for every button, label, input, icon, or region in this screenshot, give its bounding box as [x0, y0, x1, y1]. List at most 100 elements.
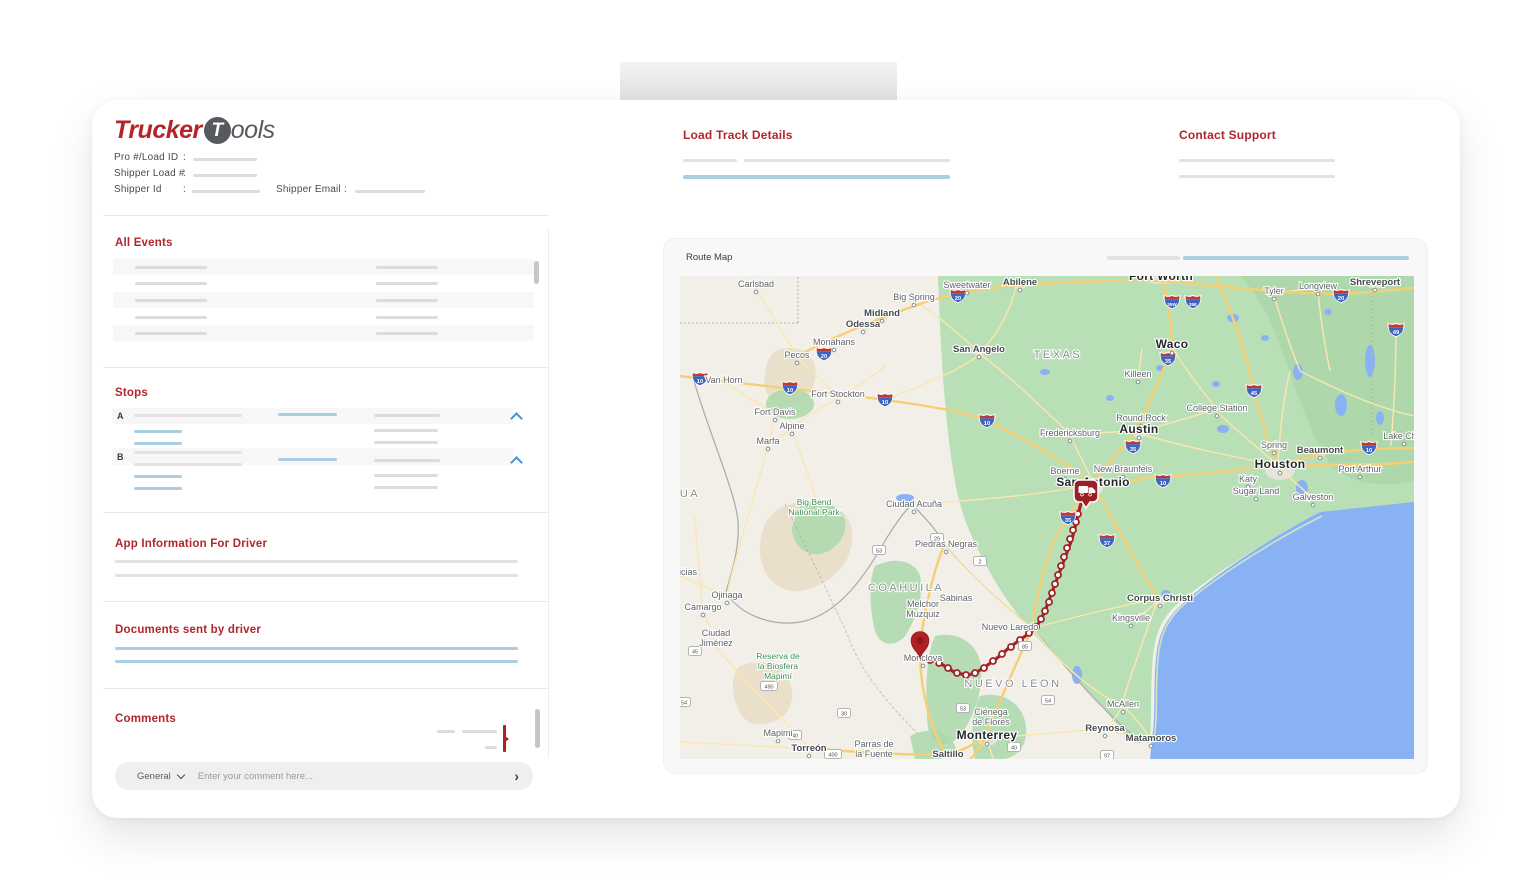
svg-text:37: 37 [1104, 541, 1110, 547]
app-info-line-placeholder [115, 560, 518, 563]
pro-load-id-value-placeholder [193, 158, 257, 161]
svg-text:53: 53 [960, 706, 966, 712]
stop-b-detail-link-placeholder[interactable] [134, 487, 182, 490]
comment-input[interactable]: Enter your comment here... [198, 771, 313, 782]
stop-a-address-placeholder [134, 414, 242, 417]
mx-highway-shield: 30 [838, 709, 851, 718]
route-map[interactable]: 20 20 10 10 10 10 [680, 276, 1414, 759]
map-label: Galveston [1293, 492, 1334, 502]
stop-a-detail-link-placeholder[interactable] [134, 430, 182, 433]
send-comment-icon[interactable]: › [514, 768, 519, 784]
map-label: la Fuente [855, 749, 893, 759]
map-label: Torreón [791, 743, 826, 754]
document-link-placeholder[interactable] [115, 647, 518, 650]
map-label: Houston [1255, 457, 1306, 471]
map-city-dot [1318, 456, 1322, 460]
map-city-dot [985, 742, 989, 746]
app-info-line-placeholder [115, 574, 518, 577]
stop-a-label: A [117, 411, 124, 421]
map-label: Alpine [779, 421, 804, 431]
map-label: Ciudad [702, 628, 731, 638]
map-city-dot [1215, 414, 1219, 418]
route-breadcrumb [1052, 581, 1058, 587]
map-header-link-placeholder[interactable] [1183, 256, 1409, 260]
route-breadcrumb [954, 670, 960, 676]
route-breadcrumb [1042, 608, 1048, 614]
route-breadcrumb [1038, 616, 1044, 622]
map-city-dot [836, 400, 840, 404]
map-label: NUEVO LEON [964, 678, 1061, 690]
pro-load-id-label: Pro #/Load ID [114, 152, 178, 163]
route-breadcrumb [1067, 536, 1073, 542]
map-city-dot [912, 303, 916, 307]
comment-category-dropdown[interactable]: General [137, 771, 171, 782]
stop-b-detail-placeholder [374, 474, 438, 477]
event-text-placeholder [135, 282, 207, 285]
svg-text:45: 45 [1251, 391, 1258, 397]
divider [103, 367, 549, 368]
mx-highway-shield: 97 [1101, 751, 1114, 760]
shipper-email-value-placeholder [355, 190, 425, 193]
detail-link-placeholder[interactable] [683, 175, 950, 179]
stop-a-link-placeholder[interactable] [278, 413, 337, 416]
map-city-dot [921, 664, 925, 668]
map-label: Carlsbad [738, 279, 774, 289]
map-label: Big Bend [797, 497, 832, 507]
map-label: Saltillo [932, 749, 963, 759]
event-text-placeholder [135, 316, 207, 319]
map-label: Midland [864, 308, 900, 319]
mx-highway-shield: 490 [761, 682, 778, 691]
route-breadcrumb [1046, 599, 1052, 605]
comments-scrollbar[interactable] [535, 709, 540, 748]
stop-b-address-placeholder [134, 463, 242, 466]
trucker-tools-logo: Trucker T ools [114, 116, 275, 145]
comment-meta-placeholder [437, 730, 455, 733]
svg-text:20: 20 [955, 296, 961, 302]
svg-text:35E: 35E [1189, 302, 1197, 307]
svg-text:10: 10 [882, 400, 888, 406]
stop-b-link-placeholder[interactable] [278, 458, 337, 461]
mx-highway-shield: 40 [1008, 743, 1021, 752]
route-map-card: Route Map 20 20 10 10 [663, 238, 1428, 774]
stop-a-detail-link-placeholder[interactable] [134, 442, 182, 445]
map-city-dot [1129, 624, 1133, 628]
mx-highway-shield: 85 [1019, 642, 1032, 651]
shipper-email-label: Shipper Email [276, 184, 341, 195]
map-city-dot [790, 432, 794, 436]
documents-heading: Documents sent by driver [115, 624, 261, 636]
event-text-placeholder [135, 266, 207, 269]
svg-text:10: 10 [697, 379, 703, 385]
map-city-dot [725, 601, 729, 605]
detail-placeholder [744, 159, 950, 162]
map-city-dot [1278, 471, 1282, 475]
map-label: Reserva de [756, 651, 800, 661]
svg-text:2: 2 [978, 559, 981, 565]
map-label: COAHUILA [868, 582, 944, 594]
map-city-dot [773, 418, 777, 422]
divider [103, 512, 549, 513]
svg-text:35: 35 [1165, 359, 1172, 365]
map-label: Austin [1119, 422, 1158, 436]
stop-b-time-placeholder [374, 459, 440, 462]
map-label: Kingsville [1112, 613, 1150, 623]
comments-heading: Comments [115, 713, 176, 725]
stop-b-detail-link-placeholder[interactable] [134, 475, 182, 478]
logo-t-icon: T [204, 117, 231, 144]
event-time-placeholder [376, 299, 438, 302]
map-label: Melchor [907, 599, 939, 609]
stop-b-detail-placeholder [374, 486, 438, 489]
map-city-dot [1311, 503, 1315, 507]
svg-text:400: 400 [828, 752, 837, 758]
comment-input-bar: General Enter your comment here... › [115, 762, 533, 790]
map-city-dot [965, 291, 969, 295]
map-city-dot [776, 739, 780, 743]
map-city-dot [832, 348, 836, 352]
svg-text:45: 45 [692, 649, 698, 655]
map-city-dot [1402, 442, 1406, 446]
shipper-id-value-placeholder [192, 190, 260, 193]
support-placeholder [1179, 159, 1335, 162]
document-link-placeholder[interactable] [115, 660, 518, 663]
chevron-down-icon[interactable] [177, 771, 185, 779]
map-label: Reynosa [1085, 723, 1125, 734]
events-scrollbar[interactable] [534, 261, 539, 284]
